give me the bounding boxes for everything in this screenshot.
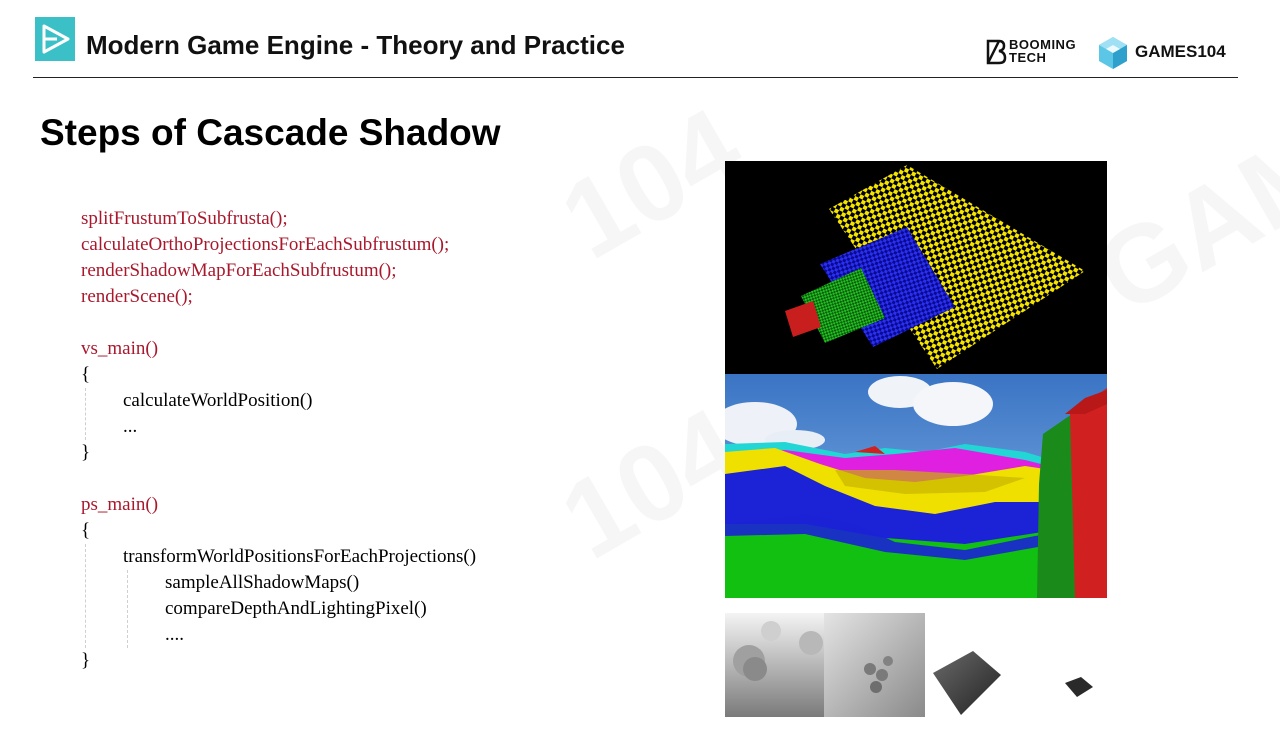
code-line: { bbox=[81, 364, 91, 385]
code-line: sampleAllShadowMaps() bbox=[165, 572, 360, 593]
games104-logo: GAMES104 bbox=[1097, 35, 1226, 76]
code-line: compareDepthAndLightingPixel() bbox=[165, 598, 427, 619]
games104-cube-icon bbox=[1099, 37, 1127, 69]
code-line: splitFrustumToSubfrusta(); bbox=[81, 208, 288, 229]
play-arrow-logo-icon bbox=[35, 17, 75, 61]
header-divider bbox=[33, 77, 1238, 78]
header-title: Modern Game Engine - Theory and Practice bbox=[86, 30, 625, 60]
terrain-cascade-image bbox=[725, 374, 1107, 598]
code-line: { bbox=[81, 520, 91, 541]
code-line: } bbox=[81, 650, 91, 671]
code-line: ... bbox=[123, 416, 138, 437]
slide-header: Modern Game Engine - Theory and Practice… bbox=[0, 0, 1280, 80]
code-line: .... bbox=[165, 624, 184, 645]
code-line: transformWorldPositionsForEachProjection… bbox=[123, 546, 477, 567]
games104-text: GAMES104 bbox=[1135, 42, 1226, 61]
booming-tech-logo: BOOMING TECH bbox=[985, 38, 1076, 68]
code-line: ps_main() bbox=[81, 494, 159, 515]
indent-guide bbox=[127, 570, 128, 648]
checkerboard-cascade-image bbox=[725, 161, 1107, 374]
code-line: calculateWorldPosition() bbox=[123, 390, 313, 411]
code-line: renderScene(); bbox=[81, 286, 193, 307]
code-line: calculateOrthoProjectionsForEachSubfrust… bbox=[81, 234, 450, 255]
indent-guide bbox=[85, 544, 86, 648]
code-line: renderShadowMapForEachSubfrustum(); bbox=[81, 260, 397, 281]
code-line: vs_main() bbox=[81, 338, 159, 359]
indent-guide bbox=[85, 388, 86, 440]
shadow-map-thumbnails bbox=[725, 613, 1107, 717]
tech-text: TECH bbox=[1009, 50, 1047, 65]
code-line: } bbox=[81, 442, 91, 463]
booming-tech-mark-icon bbox=[986, 39, 1007, 65]
slide-title: Steps of Cascade Shadow bbox=[40, 112, 501, 153]
